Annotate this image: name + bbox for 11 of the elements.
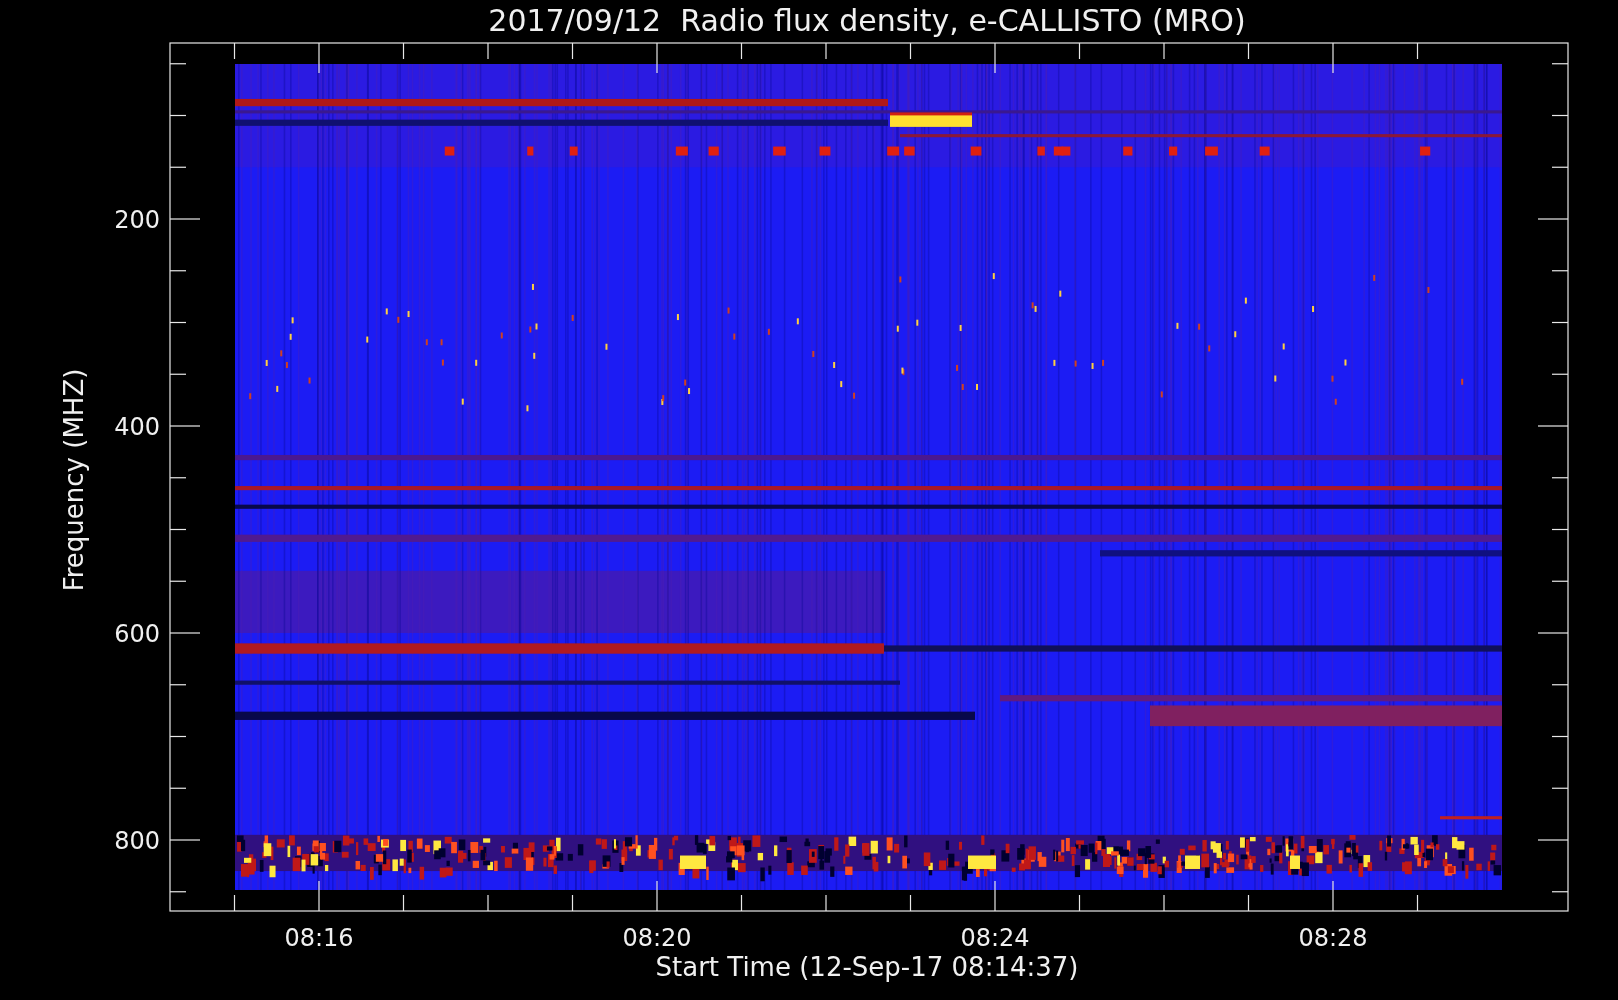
- y-axis-label: Frequency (MHZ): [59, 368, 89, 592]
- y-tick-label: 800: [114, 827, 160, 855]
- x-tick-label: 08:20: [622, 924, 692, 952]
- chart-title: 2017/09/12 Radio flux density, e-CALLISTO (MRO): [488, 3, 1246, 38]
- x-tick-label: 08:16: [284, 924, 354, 952]
- y-tick-label: 200: [114, 206, 160, 234]
- y-tick-label: 600: [114, 620, 160, 648]
- y-tick-label: 400: [114, 413, 160, 441]
- x-tick-label: 08:28: [1298, 924, 1368, 952]
- x-axis-label: Start Time (12-Sep-17 08:14:37): [655, 952, 1079, 982]
- x-tick-label: 08:24: [960, 924, 1030, 952]
